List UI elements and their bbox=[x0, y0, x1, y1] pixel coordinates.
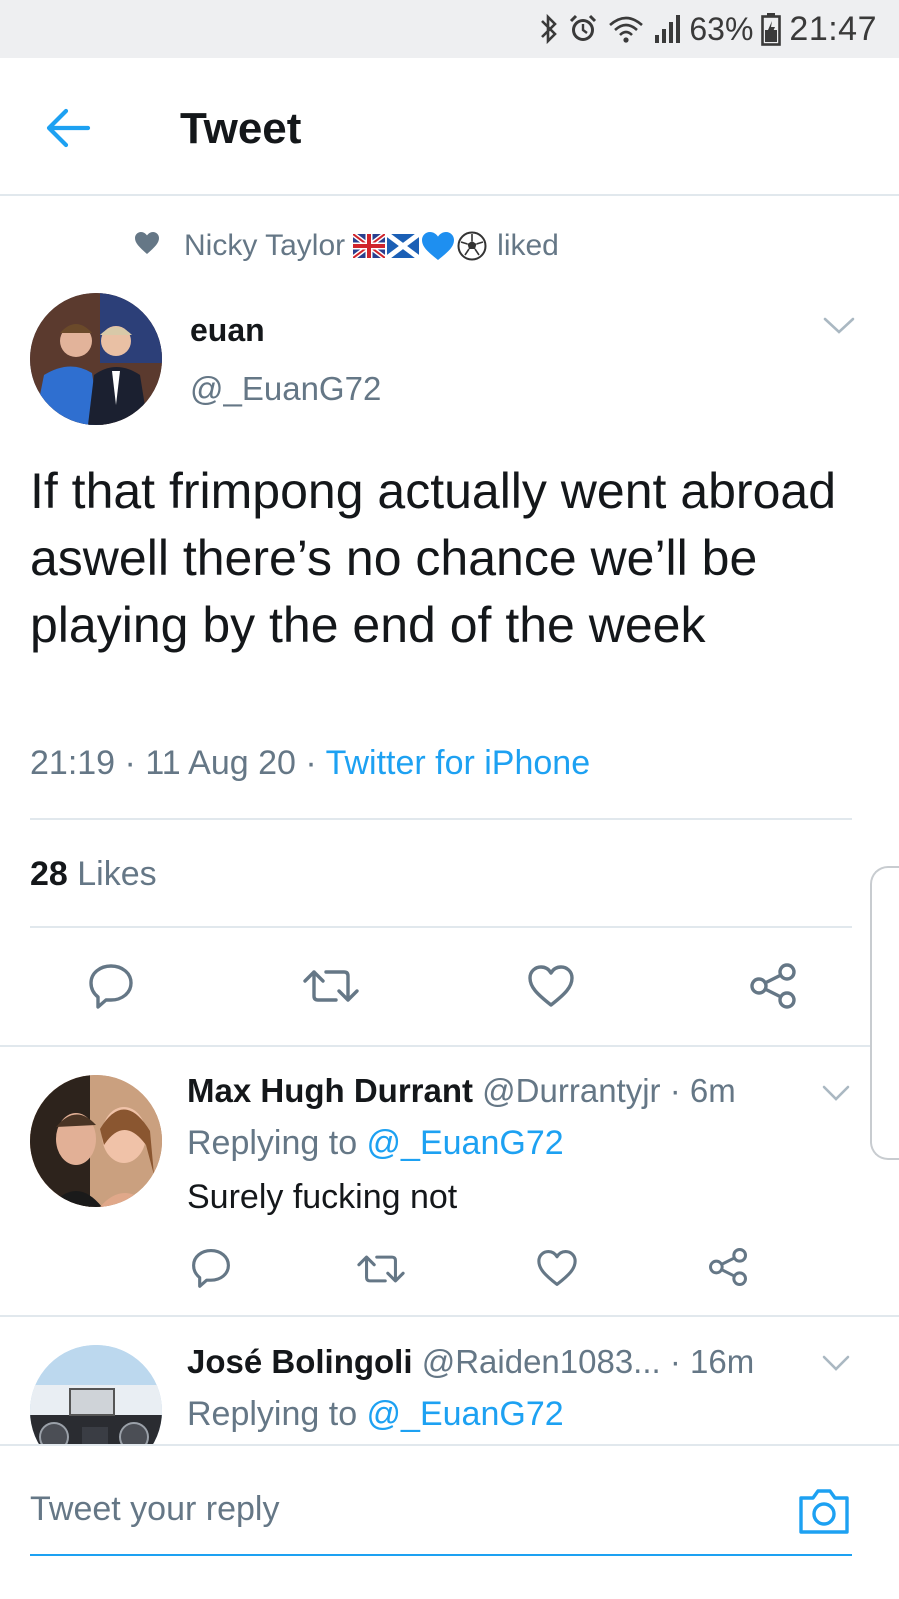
bluetooth-icon bbox=[539, 12, 559, 46]
chevron-down-icon bbox=[823, 317, 855, 334]
liked-label: liked bbox=[497, 229, 559, 262]
status-time: 21:47 bbox=[789, 9, 877, 48]
social-context[interactable]: Nicky Taylor liked bbox=[134, 226, 559, 266]
reply-time: 6m bbox=[689, 1072, 736, 1109]
like-button[interactable] bbox=[527, 964, 575, 1008]
meta-separator: · bbox=[660, 1343, 691, 1380]
share-icon bbox=[750, 963, 796, 1009]
tweet-source-link[interactable]: Twitter for iPhone bbox=[326, 744, 591, 782]
reply-bubble-icon bbox=[192, 1249, 230, 1288]
liked-by-name: Nicky Taylor bbox=[184, 229, 346, 262]
reply-avatar[interactable] bbox=[30, 1075, 162, 1207]
scrollbar[interactable] bbox=[870, 866, 899, 1160]
page-title: Tweet bbox=[180, 104, 302, 153]
share-icon bbox=[709, 1248, 747, 1286]
input-underline bbox=[30, 1554, 852, 1556]
meta-separator: · bbox=[660, 1072, 690, 1109]
heart-filled-icon bbox=[134, 229, 160, 263]
tweet-metadata: 21:19 · 11 Aug 20 · Twitter for iPhone bbox=[30, 744, 590, 783]
reply-text: Surely fucking not bbox=[187, 1178, 458, 1216]
avatar-photo bbox=[30, 293, 162, 425]
reply-time: 16m bbox=[690, 1343, 755, 1380]
tweet-time: 21:19 bbox=[30, 744, 116, 782]
share-button[interactable] bbox=[749, 962, 797, 1010]
chevron-down-icon bbox=[822, 1355, 850, 1371]
replying-label: Replying to bbox=[187, 1124, 367, 1162]
divider bbox=[0, 1045, 870, 1047]
divider bbox=[30, 926, 852, 928]
author-name[interactable]: euan bbox=[190, 312, 265, 349]
reply-input[interactable]: Tweet your reply bbox=[30, 1490, 279, 1529]
retweet-icon bbox=[357, 1255, 405, 1283]
meta-separator: · bbox=[295, 744, 326, 782]
divider bbox=[0, 1315, 899, 1317]
alarm-icon bbox=[567, 13, 599, 45]
reply-button[interactable] bbox=[191, 1248, 231, 1288]
reply-header: Max Hugh Durrant @Durrantyjr · 6m bbox=[187, 1072, 736, 1110]
avatar-photo bbox=[30, 1075, 162, 1207]
back-button[interactable] bbox=[44, 106, 92, 150]
reply-composer: Tweet your reply bbox=[0, 1444, 899, 1599]
status-bar: 63% 21:47 bbox=[0, 0, 899, 58]
retweet-button[interactable] bbox=[356, 1252, 406, 1286]
author-handle[interactable]: @_EuanG72 bbox=[190, 370, 381, 408]
share-button[interactable] bbox=[708, 1247, 748, 1287]
status-icons: 63% 21:47 bbox=[539, 8, 877, 50]
heart-icon bbox=[528, 965, 574, 1007]
reply-author-handle[interactable]: @Raiden1083... bbox=[413, 1343, 661, 1380]
reply-author-handle[interactable]: @Durrantyjr bbox=[473, 1072, 660, 1109]
replying-to: Replying to @_EuanG72 bbox=[187, 1395, 564, 1434]
divider bbox=[30, 818, 852, 820]
camera-button[interactable] bbox=[797, 1486, 851, 1536]
top-app-bar: Tweet bbox=[0, 58, 899, 196]
likes-label: Likes bbox=[67, 855, 157, 893]
reply-author-name[interactable]: José Bolingoli bbox=[187, 1343, 413, 1380]
reply-button[interactable] bbox=[88, 963, 134, 1009]
replying-to: Replying to @_EuanG72 bbox=[187, 1124, 564, 1163]
replying-label: Replying to bbox=[187, 1395, 367, 1433]
author-avatar[interactable] bbox=[30, 293, 162, 425]
retweet-button[interactable] bbox=[302, 966, 360, 1006]
blue-heart-icon bbox=[422, 232, 455, 260]
reply-header: José Bolingoli @Raiden1083... · 16m bbox=[187, 1343, 754, 1381]
like-button[interactable] bbox=[536, 1249, 578, 1287]
arrow-left-icon bbox=[46, 108, 91, 148]
soccer-ball-icon bbox=[457, 231, 487, 261]
battery-icon bbox=[761, 12, 782, 46]
tweet-options-button[interactable] bbox=[822, 314, 856, 338]
reply-bubble-icon bbox=[89, 964, 133, 1009]
meta-separator: · bbox=[115, 744, 146, 782]
scotland-flag-icon bbox=[387, 234, 420, 258]
reply-options-button[interactable] bbox=[821, 1352, 851, 1374]
likes-count: 28 bbox=[30, 855, 68, 893]
tweet-text: If that frimpong actually went abroad as… bbox=[30, 463, 837, 653]
likes-count-link[interactable]: 28 Likes bbox=[30, 855, 157, 894]
reply-author-name[interactable]: Max Hugh Durrant bbox=[187, 1072, 473, 1109]
battery-percent: 63% bbox=[689, 10, 754, 47]
camera-icon bbox=[799, 1489, 849, 1534]
heart-icon bbox=[537, 1250, 577, 1286]
wifi-icon bbox=[607, 13, 645, 45]
signal-icon bbox=[653, 13, 681, 45]
replying-mention-link[interactable]: @_EuanG72 bbox=[367, 1124, 564, 1162]
replying-mention-link[interactable]: @_EuanG72 bbox=[367, 1395, 564, 1433]
name-emojis bbox=[353, 231, 487, 261]
uk-flag-icon bbox=[353, 234, 386, 258]
chevron-down-icon bbox=[822, 1085, 850, 1101]
retweet-icon bbox=[303, 970, 359, 1002]
tweet-date: 11 Aug 20 bbox=[145, 744, 296, 782]
reply-options-button[interactable] bbox=[821, 1082, 851, 1104]
